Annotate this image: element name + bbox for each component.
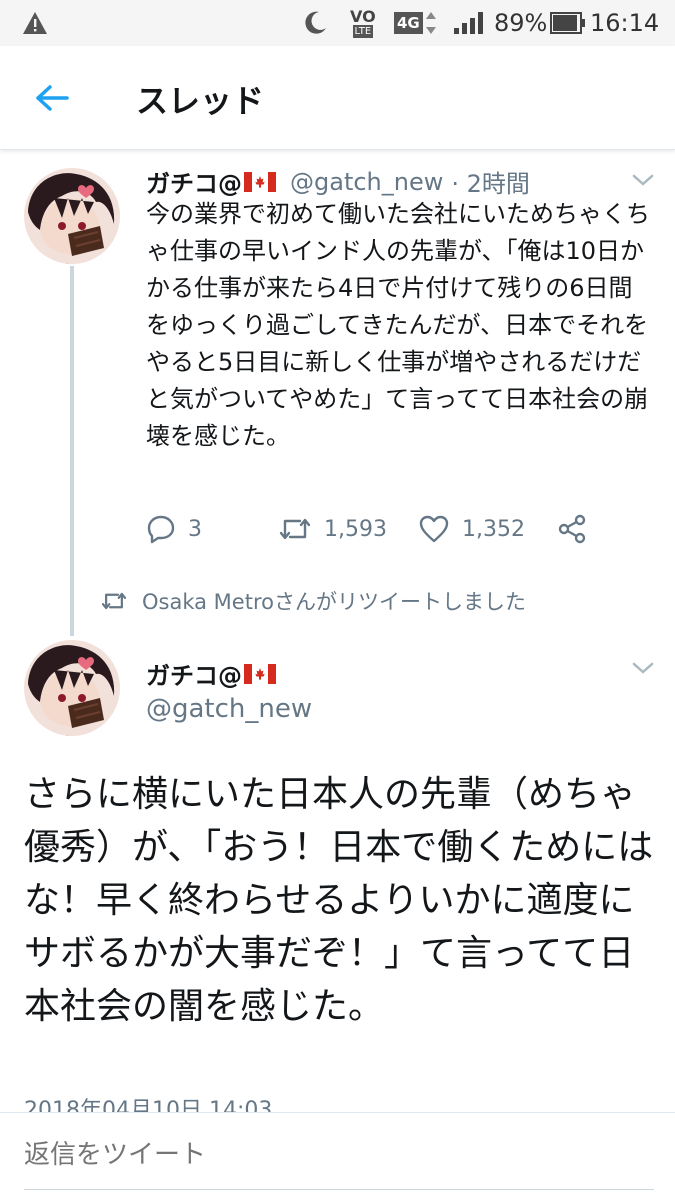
share-button[interactable] (556, 508, 588, 550)
warning-icon (22, 0, 48, 46)
app-header: スレッド (0, 46, 675, 150)
battery-icon (550, 0, 586, 46)
retweet-count: 1,593 (324, 516, 387, 542)
reply-count: 3 (188, 516, 202, 542)
reply-input[interactable] (24, 1139, 624, 1170)
moon-icon (302, 0, 328, 46)
tweet-actions: 3 1,593 1,352 (146, 508, 616, 550)
avatar-image (24, 640, 120, 736)
avatar[interactable] (24, 168, 120, 264)
network-type-label: 4G (394, 12, 423, 34)
tweet-menu-button[interactable] (630, 170, 656, 190)
retweet-notice-text: Osaka Metroさんがリツイートしました (142, 590, 526, 614)
display-name[interactable]: ガチコ@ (146, 656, 242, 691)
volte-indicator: VO LTE (350, 0, 376, 46)
reply-input-underline (24, 1189, 654, 1190)
back-arrow-icon (36, 85, 69, 111)
tweet-text: 今の業界で初めて働いた会社にいためちゃくちゃ仕事の早いインド人の先輩が、「俺は1… (146, 200, 650, 450)
like-count: 1,352 (462, 516, 525, 542)
canada-flag-icon (244, 171, 276, 192)
clock: 16:14 (590, 0, 659, 46)
back-button[interactable] (24, 72, 80, 124)
share-icon (558, 514, 586, 544)
avatar-image (24, 168, 120, 264)
chevron-down-icon (632, 174, 654, 186)
tweet1-header: ガチコ@ @gatch_new · 2時間 (146, 164, 530, 199)
heart-icon (419, 515, 449, 543)
chevron-down-icon (632, 662, 654, 674)
retweet-icon (279, 518, 311, 540)
battery-percent: 89% (494, 0, 547, 46)
data-arrows-icon (425, 12, 436, 34)
retweet-icon (101, 592, 127, 610)
clock-text: 16:14 (590, 9, 660, 37)
reply-bar (0, 1112, 675, 1200)
avatar[interactable] (24, 640, 120, 736)
retweet-button[interactable]: 1,593 (278, 508, 387, 550)
thread-connector (70, 266, 74, 636)
tweet-menu-button[interactable] (630, 658, 656, 678)
display-name[interactable]: ガチコ@ (146, 164, 242, 199)
reply-icon (147, 515, 175, 544)
user-handle[interactable]: @gatch_new (290, 168, 443, 196)
user-handle[interactable]: @gatch_new (146, 694, 312, 724)
canada-flag-icon (244, 663, 276, 684)
tweet-time[interactable]: · 2時間 (451, 164, 530, 199)
status-bar: VO LTE 4G 89% 16:14 (0, 0, 675, 46)
network-indicator: 4G (394, 0, 437, 46)
page-title: スレッド (136, 82, 265, 120)
tweet-text: さらに横にいた日本人の先輩（めちゃ優秀）が、「おう！日本で働くためにはな！早く終… (24, 774, 654, 1027)
reply-button[interactable]: 3 (146, 508, 202, 550)
battery-percent-text: 89% (494, 9, 548, 37)
like-button[interactable]: 1,352 (418, 508, 525, 550)
tweet2-header: ガチコ@ (146, 656, 282, 691)
volte-top-label: VO (350, 6, 376, 26)
retweet-notice[interactable]: Osaka Metroさんがリツイートしました (100, 584, 526, 618)
volte-bottom-label: LTE (352, 24, 374, 38)
signal-icon (452, 0, 488, 46)
